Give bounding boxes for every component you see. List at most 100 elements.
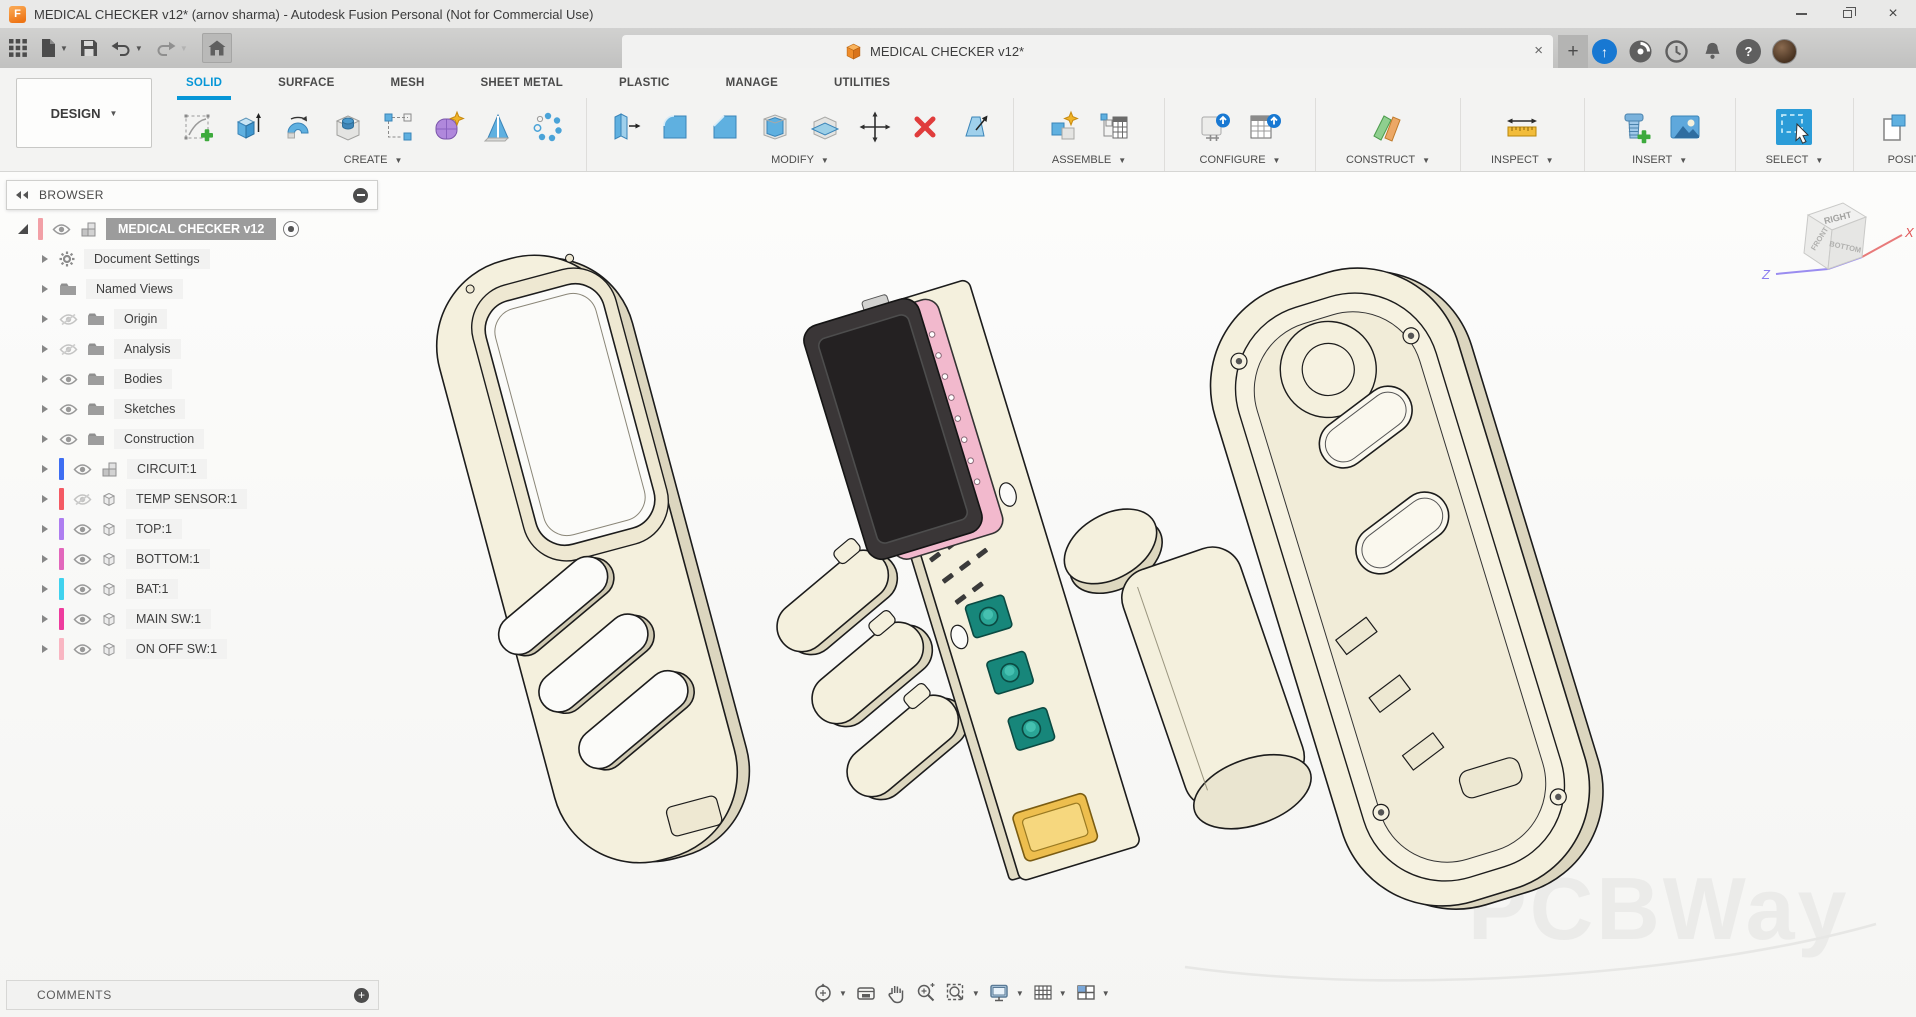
- insert-fastener-icon[interactable]: [1613, 100, 1657, 154]
- recent-files-icon[interactable]: [1664, 39, 1689, 64]
- comments-panel[interactable]: COMMENTS +: [6, 980, 379, 1010]
- browser-item-construction[interactable]: Construction: [6, 424, 299, 454]
- ribbon-tab-sheet-metal[interactable]: SHEET METAL: [481, 77, 564, 89]
- fit-button[interactable]: ▼: [945, 982, 980, 1004]
- notifications-bell-icon[interactable]: [1700, 39, 1725, 64]
- expand-arrow-icon[interactable]: [42, 285, 48, 293]
- browser-item-bottom-1[interactable]: BOTTOM:1: [6, 544, 299, 574]
- visibility-on-icon[interactable]: [59, 373, 78, 386]
- browser-item-analysis[interactable]: Analysis: [6, 334, 299, 364]
- zoom-button[interactable]: [915, 982, 937, 1004]
- browser-item-label[interactable]: BOTTOM:1: [126, 549, 210, 569]
- pan-button[interactable]: [885, 982, 907, 1004]
- group-label-assemble[interactable]: ASSEMBLE▼: [1052, 154, 1126, 166]
- ribbon-tab-plastic[interactable]: PLASTIC: [619, 77, 670, 89]
- minimize-browser-icon[interactable]: [353, 188, 368, 203]
- expand-arrow-icon[interactable]: [42, 435, 48, 443]
- browser-item-label[interactable]: Named Views: [86, 279, 183, 299]
- avatar[interactable]: [1772, 39, 1797, 64]
- expand-arrow-icon[interactable]: [42, 615, 48, 623]
- viewports-button[interactable]: ▼: [1075, 982, 1110, 1004]
- new-component-icon[interactable]: [1042, 100, 1086, 154]
- rectangular-pattern-icon[interactable]: [376, 100, 420, 154]
- circular-pattern-icon[interactable]: [526, 100, 570, 154]
- browser-item-label[interactable]: TEMP SENSOR:1: [126, 489, 247, 509]
- joint-icon[interactable]: [1092, 100, 1136, 154]
- ribbon-tab-surface[interactable]: SURFACE: [278, 77, 334, 89]
- group-label-modify[interactable]: MODIFY▼: [771, 154, 829, 166]
- file-menu-button[interactable]: ▼: [40, 28, 68, 68]
- select-tool-icon[interactable]: [1772, 100, 1816, 154]
- grid-settings-button[interactable]: ▼: [1032, 982, 1067, 1004]
- visibility-off-icon[interactable]: [59, 343, 78, 356]
- browser-item-origin[interactable]: Origin: [6, 304, 299, 334]
- activate-component-radio[interactable]: [283, 221, 299, 237]
- browser-item-label[interactable]: Construction: [114, 429, 204, 449]
- browser-item-document-settings[interactable]: Document Settings: [6, 244, 299, 274]
- visibility-on-icon[interactable]: [59, 433, 78, 446]
- browser-item-temp-sensor-1[interactable]: TEMP SENSOR:1: [6, 484, 299, 514]
- insert-canvas-icon[interactable]: [1663, 100, 1707, 154]
- visibility-on-icon[interactable]: [73, 553, 92, 566]
- browser-item-label[interactable]: Document Settings: [84, 249, 210, 269]
- configuration-table-icon[interactable]: [1243, 100, 1287, 154]
- hole-icon[interactable]: [326, 100, 370, 154]
- browser-item-sketches[interactable]: Sketches: [6, 394, 299, 424]
- collapse-arrow-icon[interactable]: [18, 224, 28, 234]
- visibility-on-icon[interactable]: [73, 643, 92, 656]
- visibility-on-icon[interactable]: [52, 223, 71, 236]
- shell-icon[interactable]: [753, 100, 797, 154]
- app-grid-icon[interactable]: [8, 28, 28, 68]
- browser-item-label[interactable]: CIRCUIT:1: [127, 459, 207, 479]
- collapse-browser-icon[interactable]: [16, 191, 30, 199]
- visibility-on-icon[interactable]: [73, 463, 92, 476]
- browser-item-circuit-1[interactable]: CIRCUIT:1: [6, 454, 299, 484]
- new-tab-button[interactable]: +: [1558, 35, 1588, 68]
- home-view-button[interactable]: [202, 33, 232, 63]
- browser-item-label[interactable]: MAIN SW:1: [126, 609, 211, 629]
- browser-item-label[interactable]: TOP:1: [126, 519, 182, 539]
- browser-item-label[interactable]: Bodies: [114, 369, 172, 389]
- workspace-switcher[interactable]: DESIGN▼: [16, 78, 152, 148]
- group-label-inspect[interactable]: INSPECT▼: [1491, 154, 1554, 166]
- chamfer-icon[interactable]: [703, 100, 747, 154]
- extensions-icon[interactable]: [1628, 39, 1653, 64]
- ribbon-tab-manage[interactable]: MANAGE: [726, 77, 778, 89]
- close-window-button[interactable]: ×: [1870, 0, 1916, 28]
- fillet-icon[interactable]: [653, 100, 697, 154]
- document-tab[interactable]: MEDICAL CHECKER v12* ×: [622, 35, 1553, 68]
- expand-arrow-icon[interactable]: [42, 555, 48, 563]
- ribbon-tab-solid[interactable]: SOLID: [186, 77, 222, 89]
- create-form-icon[interactable]: [426, 100, 470, 154]
- save-button[interactable]: [80, 28, 98, 68]
- expand-arrow-icon[interactable]: [42, 255, 48, 263]
- viewport-canvas[interactable]: PCBWay: [0, 172, 1916, 1017]
- display-settings-button[interactable]: ▼: [988, 982, 1024, 1004]
- group-label-insert[interactable]: INSERT▼: [1632, 154, 1687, 166]
- delete-icon[interactable]: [903, 100, 947, 154]
- expand-arrow-icon[interactable]: [42, 375, 48, 383]
- loft-icon[interactable]: [476, 100, 520, 154]
- group-label-create[interactable]: CREATE▼: [344, 154, 403, 166]
- browser-item-label[interactable]: Sketches: [114, 399, 185, 419]
- job-status-icon[interactable]: ↑: [1592, 39, 1617, 64]
- browser-item-medical-checker-v12[interactable]: MEDICAL CHECKER v12: [6, 214, 299, 244]
- undo-button[interactable]: ▼: [110, 28, 143, 68]
- expand-arrow-icon[interactable]: [42, 465, 48, 473]
- revolve-icon[interactable]: [276, 100, 320, 154]
- view-cube[interactable]: RIGHT FRONT BOTTOM X Z: [1740, 177, 1916, 302]
- measure-icon[interactable]: [1500, 100, 1544, 154]
- look-at-button[interactable]: [855, 982, 877, 1004]
- group-label-select[interactable]: SELECT▼: [1766, 154, 1824, 166]
- group-label-configure[interactable]: CONFIGURE▼: [1200, 154, 1281, 166]
- visibility-on-icon[interactable]: [73, 583, 92, 596]
- ribbon-tab-utilities[interactable]: UTILITIES: [834, 77, 890, 89]
- capture-position-icon[interactable]: [1874, 100, 1916, 154]
- browser-item-label[interactable]: Analysis: [114, 339, 181, 359]
- help-icon[interactable]: ?: [1736, 39, 1761, 64]
- browser-item-top-1[interactable]: TOP:1: [6, 514, 299, 544]
- browser-item-label[interactable]: Origin: [114, 309, 167, 329]
- move-copy-icon[interactable]: [853, 100, 897, 154]
- redo-button[interactable]: ▼: [155, 28, 188, 68]
- create-sketch-icon[interactable]: [176, 100, 220, 154]
